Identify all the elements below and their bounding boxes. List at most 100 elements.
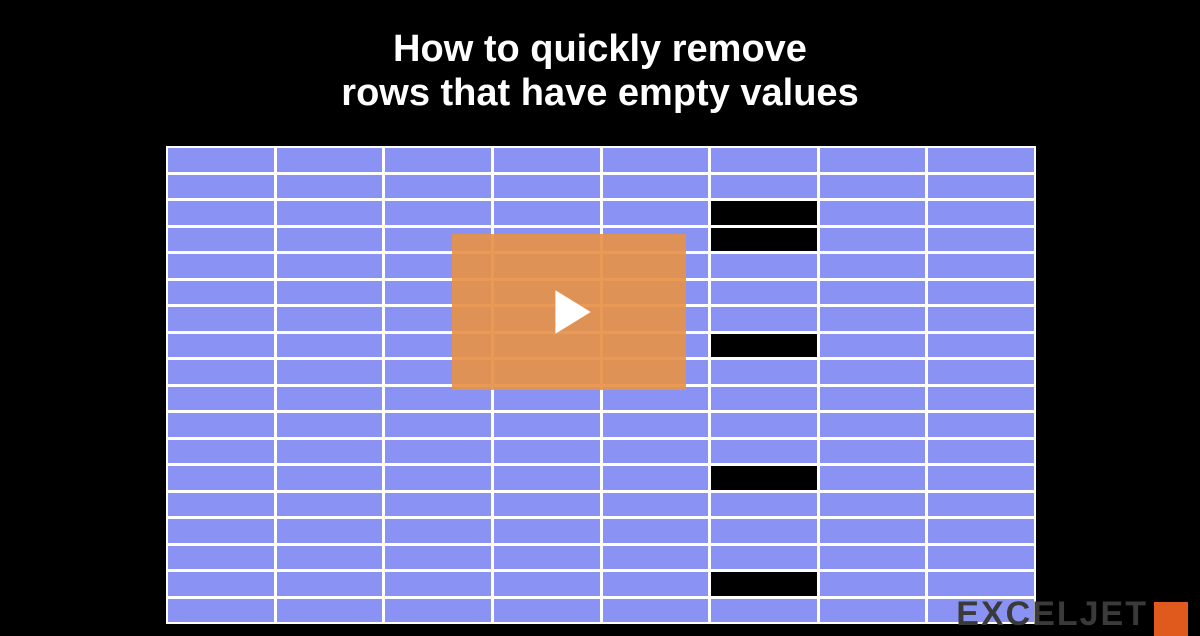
grid-cell bbox=[711, 466, 817, 490]
grid-cell bbox=[168, 254, 274, 278]
grid-cell bbox=[277, 254, 383, 278]
grid-cell bbox=[711, 572, 817, 596]
grid-cell bbox=[277, 599, 383, 623]
play-button[interactable] bbox=[452, 234, 686, 390]
grid-cell bbox=[168, 201, 274, 225]
grid-cell bbox=[928, 493, 1034, 517]
grid-cell bbox=[711, 387, 817, 411]
grid-cell bbox=[603, 572, 709, 596]
grid-cell bbox=[928, 546, 1034, 570]
page-title: How to quickly remove rows that have emp… bbox=[0, 0, 1200, 115]
grid-cell bbox=[494, 201, 600, 225]
grid-cell bbox=[277, 519, 383, 543]
grid-cell bbox=[168, 519, 274, 543]
play-icon bbox=[535, 278, 603, 346]
grid-cell bbox=[711, 413, 817, 437]
grid-cell bbox=[494, 440, 600, 464]
grid-cell bbox=[168, 546, 274, 570]
grid-cell bbox=[820, 519, 926, 543]
grid-cell bbox=[711, 228, 817, 252]
grid-cell bbox=[277, 440, 383, 464]
grid-cell bbox=[168, 281, 274, 305]
grid-cell bbox=[277, 413, 383, 437]
brand-text: EXCELJET bbox=[956, 595, 1148, 634]
grid-cell bbox=[928, 387, 1034, 411]
grid-cell bbox=[494, 413, 600, 437]
grid-cell bbox=[277, 546, 383, 570]
grid-cell bbox=[277, 148, 383, 172]
grid-cell bbox=[928, 228, 1034, 252]
grid-cell bbox=[711, 201, 817, 225]
grid-cell bbox=[603, 440, 709, 464]
grid-cell bbox=[494, 546, 600, 570]
grid-cell bbox=[168, 493, 274, 517]
grid-cell bbox=[168, 466, 274, 490]
grid-cell bbox=[820, 360, 926, 384]
grid-cell bbox=[711, 307, 817, 331]
grid-cell bbox=[928, 440, 1034, 464]
grid-cell bbox=[711, 360, 817, 384]
grid-cell bbox=[168, 148, 274, 172]
title-line-2: rows that have empty values bbox=[0, 72, 1200, 116]
title-line-1: How to quickly remove bbox=[0, 28, 1200, 72]
grid-cell bbox=[494, 519, 600, 543]
grid-cell bbox=[820, 387, 926, 411]
grid-cell bbox=[603, 466, 709, 490]
grid-cell bbox=[711, 546, 817, 570]
grid-cell bbox=[711, 334, 817, 358]
grid-cell bbox=[928, 572, 1034, 596]
grid-cell bbox=[385, 546, 491, 570]
grid-cell bbox=[603, 175, 709, 199]
grid-cell bbox=[385, 413, 491, 437]
grid-cell bbox=[928, 254, 1034, 278]
grid-cell bbox=[494, 572, 600, 596]
grid-cell bbox=[385, 148, 491, 172]
grid-cell bbox=[277, 228, 383, 252]
grid-cell bbox=[168, 599, 274, 623]
grid-cell bbox=[385, 440, 491, 464]
grid-cell bbox=[494, 148, 600, 172]
grid-cell bbox=[277, 387, 383, 411]
grid-cell bbox=[603, 546, 709, 570]
grid-cell bbox=[277, 334, 383, 358]
grid-cell bbox=[820, 228, 926, 252]
grid-cell bbox=[168, 307, 274, 331]
grid-cell bbox=[928, 413, 1034, 437]
grid-cell bbox=[385, 493, 491, 517]
grid-cell bbox=[928, 148, 1034, 172]
grid-cell bbox=[494, 599, 600, 623]
grid-cell bbox=[820, 466, 926, 490]
grid-cell bbox=[928, 334, 1034, 358]
grid-cell bbox=[168, 413, 274, 437]
grid-cell bbox=[820, 493, 926, 517]
grid-cell bbox=[494, 493, 600, 517]
grid-cell bbox=[603, 387, 709, 411]
grid-cell bbox=[711, 519, 817, 543]
grid-cell bbox=[928, 175, 1034, 199]
grid-cell bbox=[277, 466, 383, 490]
grid-cell bbox=[277, 281, 383, 305]
grid-cell bbox=[820, 307, 926, 331]
grid-cell bbox=[494, 387, 600, 411]
grid-cell bbox=[168, 572, 274, 596]
brand-logo: EXCELJET bbox=[956, 595, 1188, 634]
grid-cell bbox=[928, 519, 1034, 543]
grid-cell bbox=[494, 175, 600, 199]
grid-cell bbox=[820, 254, 926, 278]
grid-cell bbox=[820, 440, 926, 464]
grid-cell bbox=[385, 175, 491, 199]
grid-cell bbox=[820, 572, 926, 596]
grid-cell bbox=[820, 175, 926, 199]
grid-cell bbox=[603, 493, 709, 517]
grid-cell bbox=[711, 254, 817, 278]
grid-cell bbox=[277, 493, 383, 517]
grid-cell bbox=[385, 519, 491, 543]
grid-cell bbox=[711, 281, 817, 305]
grid-cell bbox=[168, 440, 274, 464]
grid-cell bbox=[711, 493, 817, 517]
grid-cell bbox=[168, 175, 274, 199]
grid-cell bbox=[711, 175, 817, 199]
grid-cell bbox=[711, 440, 817, 464]
grid-cell bbox=[603, 148, 709, 172]
grid-cell bbox=[385, 572, 491, 596]
